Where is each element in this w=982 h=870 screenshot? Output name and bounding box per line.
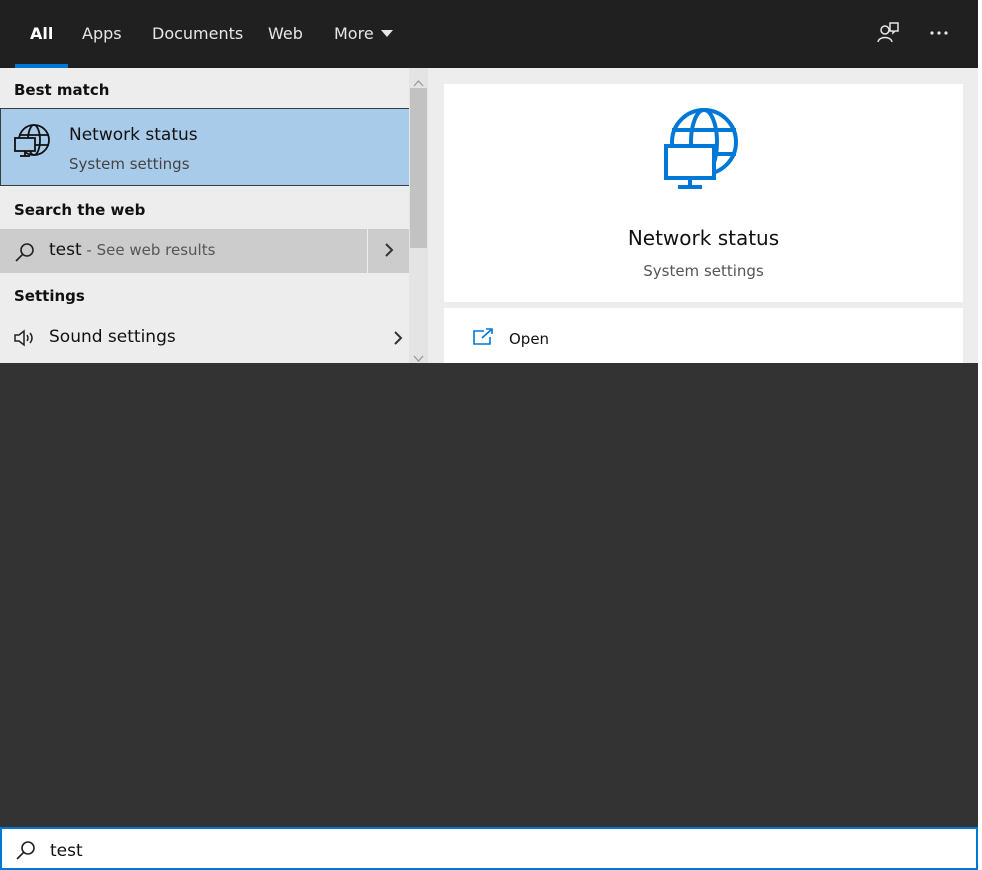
results-list: Best match Network status System setting…	[0, 68, 428, 363]
search-top-bar: All Apps Documents Web More	[0, 0, 978, 68]
network-globe-icon	[13, 123, 53, 167]
preview-pane: Network status System settings Open	[428, 68, 978, 363]
search-web-heading: Search the web	[14, 201, 146, 219]
speaker-icon	[13, 328, 37, 352]
chevron-right-icon	[383, 240, 395, 264]
caret-down-icon	[380, 30, 393, 37]
background-window-strip	[978, 0, 982, 870]
search-input-value[interactable]: test	[50, 841, 83, 861]
best-match-heading: Best match	[14, 81, 110, 99]
preview-subtitle: System settings	[643, 262, 764, 280]
open-label: Open	[509, 330, 550, 348]
tab-documents[interactable]: Documents	[152, 0, 243, 68]
tab-web[interactable]: Web	[268, 0, 303, 68]
network-globe-icon	[662, 106, 742, 194]
scroll-thumb[interactable]	[410, 88, 427, 248]
web-result-text: test - See web results	[49, 240, 215, 260]
tab-apps[interactable]: Apps	[82, 0, 122, 68]
more-options-icon[interactable]	[928, 20, 956, 48]
web-result[interactable]: test - See web results	[0, 229, 367, 273]
empty-flyout-area	[0, 363, 978, 827]
open-icon	[472, 328, 494, 350]
web-result-suffix: - See web results	[81, 241, 216, 259]
tab-all[interactable]: All	[14, 0, 69, 68]
open-action[interactable]: Open	[444, 318, 963, 358]
web-result-expand-button[interactable]	[368, 229, 409, 273]
best-match-title: Network status	[69, 125, 198, 145]
sound-settings-label: Sound settings	[49, 327, 176, 347]
preview-actions: Open	[444, 308, 963, 363]
feedback-icon[interactable]	[874, 20, 902, 48]
results-scrollbar[interactable]	[409, 68, 428, 363]
best-match-result[interactable]: Network status System settings	[0, 108, 427, 186]
sound-settings-result[interactable]: Sound settings	[0, 316, 409, 360]
chevron-right-icon[interactable]	[392, 328, 404, 352]
search-icon	[15, 839, 37, 865]
preview-title: Network status	[627, 226, 780, 250]
tab-more-label: More	[334, 24, 374, 43]
web-result-query: test	[49, 240, 82, 260]
best-match-subtitle: System settings	[69, 155, 190, 173]
settings-heading: Settings	[14, 287, 85, 305]
search-icon	[14, 241, 36, 267]
preview-card: Network status System settings	[444, 84, 963, 302]
search-input[interactable]: test	[0, 827, 978, 870]
tab-more[interactable]: More	[334, 0, 393, 68]
